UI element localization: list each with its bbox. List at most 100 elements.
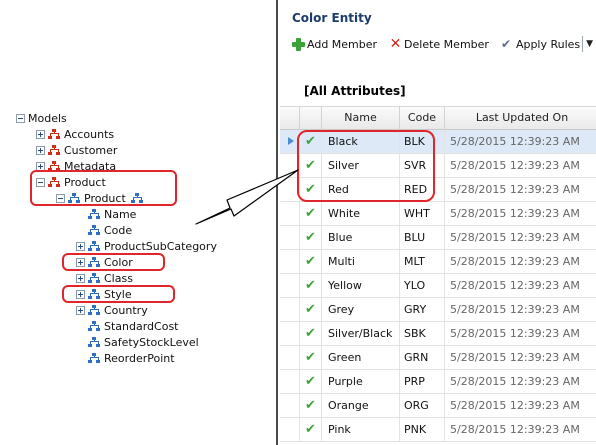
chevron-down-icon[interactable]: ▼	[586, 39, 593, 49]
cell-updated: 5/28/2015 12:39:23 AM	[445, 274, 596, 297]
annotation-oval-style	[62, 285, 175, 303]
table-row[interactable]: ✔ Blue BLU 5/28/2015 12:39:23 AM	[280, 226, 596, 250]
tree-node-country[interactable]: Country	[76, 302, 148, 318]
add-member-label: Add Member	[307, 37, 378, 51]
valid-check-icon: ✔	[300, 418, 322, 441]
cell-updated: 5/28/2015 12:39:23 AM	[445, 202, 596, 225]
blue-hierarchy-icon	[88, 352, 101, 364]
cell-code: BLU	[400, 226, 445, 249]
table-row[interactable]: ✔ Orange ORG 5/28/2015 12:39:23 AM	[280, 394, 596, 418]
table-row[interactable]: ✔ Purple PRP 5/28/2015 12:39:23 AM	[280, 370, 596, 394]
table-row[interactable]: ✔ Pink PNK 5/28/2015 12:39:23 AM	[280, 418, 596, 442]
delete-member-button[interactable]: ✕ Delete Member	[389, 35, 489, 52]
cell-name: Orange	[322, 394, 400, 417]
cell-code: ORG	[400, 394, 445, 417]
tree-node-standardcost[interactable]: StandardCost	[88, 318, 179, 334]
cell-name: Pink	[322, 418, 400, 441]
cell-name: Green	[322, 346, 400, 369]
tree-node-models[interactable]: Models	[16, 110, 67, 126]
table-row[interactable]: ✔ Green GRN 5/28/2015 12:39:23 AM	[280, 346, 596, 370]
cell-updated: 5/28/2015 12:39:23 AM	[445, 298, 596, 321]
cell-updated: 5/28/2015 12:39:23 AM	[445, 418, 596, 441]
red-hierarchy-icon	[48, 128, 61, 140]
tree-node-label: StandardCost	[104, 319, 179, 333]
tree-node-code[interactable]: Code	[88, 222, 132, 238]
toolbar-separator	[582, 36, 584, 52]
add-icon	[292, 37, 305, 51]
collapse-icon[interactable]	[16, 113, 25, 123]
header-code[interactable]: Code	[400, 106, 445, 130]
cell-updated: 5/28/2015 12:39:23 AM	[445, 346, 596, 369]
cell-name: Multi	[322, 250, 400, 273]
cell-name: Purple	[322, 370, 400, 393]
valid-check-icon: ✔	[300, 202, 322, 225]
apply-rules-label: Apply Rules	[515, 37, 581, 51]
cell-name: Silver/Black	[322, 322, 400, 345]
header-selector	[280, 106, 300, 130]
delete-member-label: Delete Member	[404, 37, 489, 51]
expand-icon[interactable]	[36, 145, 45, 155]
tree-node-accounts[interactable]: Accounts	[36, 126, 114, 142]
expand-icon[interactable]	[76, 241, 85, 251]
annotation-oval-rows	[297, 130, 435, 202]
tree-node-label: Accounts	[64, 127, 115, 141]
current-row-icon	[288, 137, 294, 145]
tree-node-label: Name	[104, 207, 137, 221]
header-last-updated[interactable]: Last Updated On	[445, 106, 596, 130]
cell-code: PNK	[400, 418, 445, 441]
blue-hierarchy-icon	[88, 240, 101, 252]
valid-check-icon: ✔	[300, 370, 322, 393]
blue-hierarchy-icon	[88, 320, 101, 332]
tree-node-customer[interactable]: Customer	[36, 142, 117, 158]
blue-hierarchy-icon	[88, 208, 101, 220]
expand-icon[interactable]	[76, 273, 85, 283]
cell-updated: 5/28/2015 12:39:23 AM	[445, 322, 596, 345]
header-name[interactable]: Name	[322, 106, 400, 130]
valid-check-icon: ✔	[300, 346, 322, 369]
cell-name: Blue	[322, 226, 400, 249]
cell-name: White	[322, 202, 400, 225]
tree-node-label: SafetyStockLevel	[104, 335, 199, 349]
cell-name: Yellow	[322, 274, 400, 297]
table-row[interactable]: ✔ Silver/Black SBK 5/28/2015 12:39:23 AM	[280, 322, 596, 346]
entity-panel: Color Entity Add Member ✕ Delete Member …	[276, 0, 596, 445]
entity-title: Color Entity	[292, 11, 372, 25]
attribute-view-label: [All Attributes]	[304, 84, 406, 98]
delete-icon: ✕	[389, 35, 402, 52]
tree-node-name[interactable]: Name	[88, 206, 136, 222]
red-hierarchy-icon	[48, 144, 61, 156]
tree-node-safetystocklevel[interactable]: SafetyStockLevel	[88, 334, 199, 350]
model-tree-panel: Models Accounts Customer Metadata Produc…	[0, 0, 276, 445]
table-row[interactable]: ✔ Grey GRY 5/28/2015 12:39:23 AM	[280, 298, 596, 322]
apply-rules-button[interactable]: ✔ Apply Rules ▼	[501, 36, 593, 52]
table-row[interactable]: ✔ Yellow YLO 5/28/2015 12:39:23 AM	[280, 274, 596, 298]
cell-updated: 5/28/2015 12:39:23 AM	[445, 370, 596, 393]
tree-node-productsubcategory[interactable]: ProductSubCategory	[76, 238, 217, 254]
cell-updated: 5/28/2015 12:39:23 AM	[445, 394, 596, 417]
tree-node-label: ReorderPoint	[104, 351, 175, 365]
valid-check-icon: ✔	[300, 274, 322, 297]
tree-node-reorderpoint[interactable]: ReorderPoint	[88, 350, 175, 366]
blue-hierarchy-icon	[88, 272, 101, 284]
apply-rules-icon: ✔	[500, 36, 511, 51]
blue-hierarchy-icon	[88, 224, 101, 236]
annotation-oval-product	[30, 170, 177, 206]
table-row[interactable]: ✔ Multi MLT 5/28/2015 12:39:23 AM	[280, 250, 596, 274]
tree-node-label: ProductSubCategory	[104, 239, 217, 253]
cell-updated: 5/28/2015 12:39:23 AM	[445, 250, 596, 273]
tree-node-class[interactable]: Class	[76, 270, 133, 286]
cell-code: YLO	[400, 274, 445, 297]
add-member-button[interactable]: Add Member	[292, 37, 378, 51]
expand-icon[interactable]	[36, 129, 45, 139]
cell-name: Grey	[322, 298, 400, 321]
expand-icon[interactable]	[76, 305, 85, 315]
cell-code: MLT	[400, 250, 445, 273]
valid-check-icon: ✔	[300, 226, 322, 249]
tree-node-label: Code	[104, 223, 133, 237]
cell-code: GRY	[400, 298, 445, 321]
tree-node-label: Customer	[64, 143, 118, 157]
cell-updated: 5/28/2015 12:39:23 AM	[445, 154, 596, 177]
valid-check-icon: ✔	[300, 298, 322, 321]
annotation-oval-color	[62, 253, 165, 271]
table-row[interactable]: ✔ White WHT 5/28/2015 12:39:23 AM	[280, 202, 596, 226]
